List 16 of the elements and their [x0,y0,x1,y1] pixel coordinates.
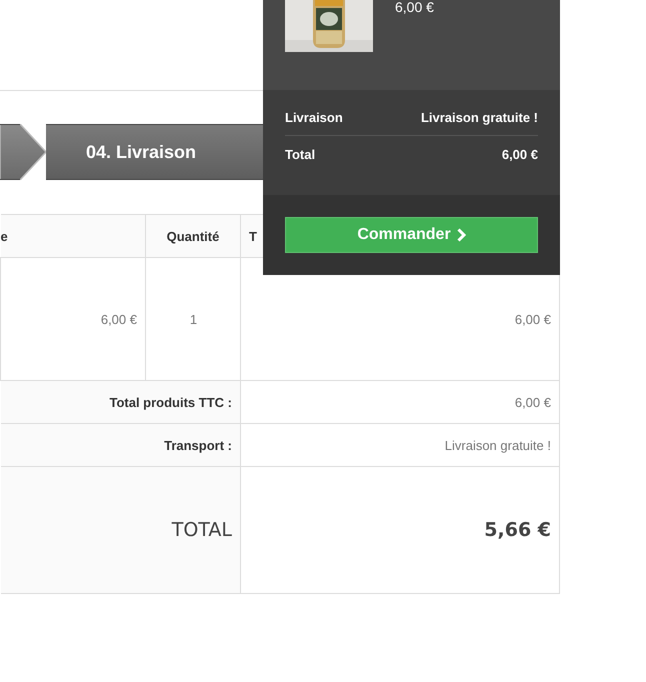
chevron-icon [456,228,466,242]
summary-value: Livraison gratuite ! [420,110,538,124]
product-price: 6,00 € [395,0,434,14]
grand-total-label: TOTAL [0,466,240,594]
column-header: e [0,214,146,258]
total-label: Transport : [0,424,240,466]
grand-total-value: 5,66 € [240,466,560,594]
order-button[interactable]: Commander [285,217,538,253]
summary-value: 6,00 € [502,146,538,162]
total-label: Total produits TTC : [0,380,240,424]
summary-label: Total [285,146,316,162]
summary-label: Livraison [285,110,343,124]
total-value: 6,00 € [240,380,560,424]
previous-step[interactable] [0,124,48,180]
total-value: Livraison gratuite ! [240,424,560,466]
column-header: Quantité [146,214,240,258]
